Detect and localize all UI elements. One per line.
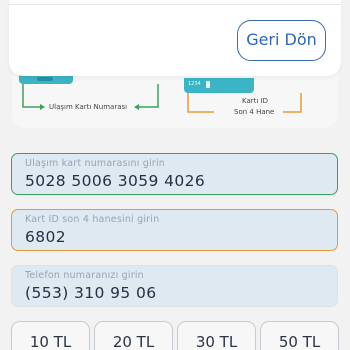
card-id-guide-label-1: Kartı ID	[242, 97, 269, 105]
card-id-field[interactable]: Kart ID son 4 hanesini girin 6802	[11, 209, 338, 251]
amount-button-50[interactable]: 50 TL	[260, 321, 339, 350]
card-number-guide-label: Ulaşım Kartı Numarası	[49, 103, 128, 111]
card-chip-icon	[206, 81, 210, 88]
amount-button-10[interactable]: 10 TL	[11, 321, 90, 350]
back-button[interactable]: Geri Dön	[237, 20, 326, 61]
card-number-value[interactable]: 5028 5006 3059 4026	[25, 172, 205, 190]
card-id-field-label: Kart ID son 4 hanesini girin	[25, 214, 160, 225]
modal-divider	[9, 4, 341, 5]
phone-value[interactable]: (553) 310 95 06	[25, 284, 157, 302]
card-id-guide-label-2: Son 4 Hane	[234, 108, 275, 116]
amount-button-30[interactable]: 30 TL	[177, 321, 256, 350]
card-number-field-label: Ulaşım kart numarasını girin	[25, 158, 166, 169]
card-number-field[interactable]: Ulaşım kart numarasını girin 5028 5006 3…	[11, 153, 338, 195]
card-id-value[interactable]: 6802	[25, 228, 66, 246]
amount-button-20[interactable]: 20 TL	[94, 321, 173, 350]
phone-field[interactable]: Telefon numaranızı girin (553) 310 95 06	[11, 265, 338, 307]
card-id-number: 1234	[188, 81, 201, 87]
modal-dialog: Geri Dön	[9, 0, 341, 76]
phone-field-label: Telefon numaranızı girin	[25, 270, 144, 281]
